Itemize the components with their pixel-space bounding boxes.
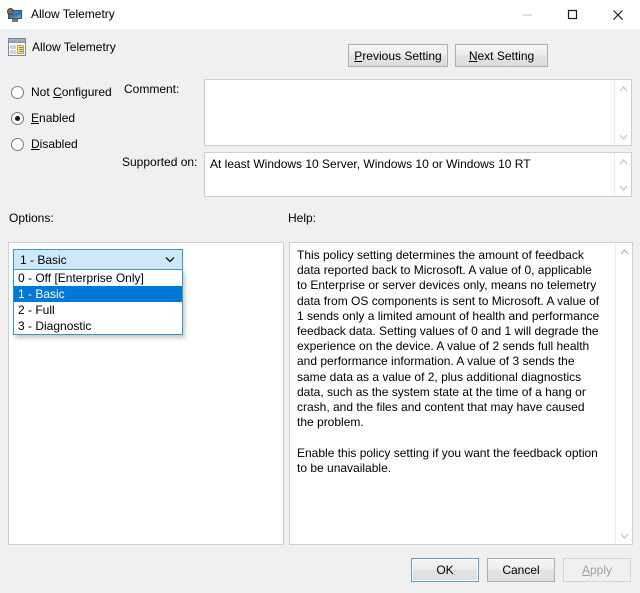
telemetry-level-dropdown-list[interactable]: 0 - Off [Enterprise Only] 1 - Basic 2 - …: [13, 269, 183, 335]
scroll-up-icon[interactable]: [615, 153, 632, 170]
apply-button[interactable]: Apply: [563, 558, 631, 582]
minimize-button[interactable]: [505, 0, 550, 29]
radio-label-disabled: Disabled: [31, 137, 78, 151]
setting-title: Allow Telemetry: [32, 40, 116, 54]
radio-label-not-configured: Not Configured: [31, 85, 112, 99]
next-setting-accel: N: [468, 48, 478, 63]
telemetry-level-combobox[interactable]: 1 - Basic: [13, 249, 183, 270]
options-label: Options:: [9, 211, 54, 225]
window-controls: [505, 0, 640, 29]
dropdown-option-1[interactable]: 1 - Basic: [14, 286, 182, 302]
group-policy-setting-icon: [8, 38, 26, 56]
title-bar[interactable]: Allow Telemetry: [0, 0, 640, 29]
next-setting-button[interactable]: Next Setting: [455, 44, 548, 67]
supported-on-textarea[interactable]: At least Windows 10 Server, Windows 10 o…: [204, 152, 632, 197]
previous-setting-label: revious Setting: [362, 48, 442, 63]
radio-not-configured[interactable]: Not Configured: [11, 84, 112, 100]
close-button[interactable]: [595, 0, 640, 29]
scroll-up-icon[interactable]: [616, 243, 633, 260]
dropdown-option-2[interactable]: 2 - Full: [14, 302, 182, 318]
dropdown-option-3[interactable]: 3 - Diagnostic: [14, 318, 182, 334]
next-setting-label: ext Setting: [477, 48, 535, 63]
telemetry-level-value: 1 - Basic: [20, 252, 67, 267]
scroll-down-icon[interactable]: [616, 527, 633, 544]
scroll-up-icon[interactable]: [615, 80, 632, 97]
apply-accel: A: [581, 563, 590, 577]
scroll-down-icon[interactable]: [615, 179, 632, 196]
cancel-button[interactable]: Cancel: [487, 558, 555, 582]
maximize-button[interactable]: [550, 0, 595, 29]
scroll-down-icon[interactable]: [615, 128, 632, 145]
supported-on-value: At least Windows 10 Server, Windows 10 o…: [210, 157, 531, 171]
previous-setting-button[interactable]: Previous Setting: [348, 44, 448, 67]
dropdown-option-0[interactable]: 0 - Off [Enterprise Only]: [14, 270, 182, 286]
supported-on-label: Supported on:: [122, 155, 198, 169]
radio-disabled[interactable]: Disabled: [11, 136, 78, 152]
window-title: Allow Telemetry: [31, 7, 115, 21]
radio-label-enabled: Enabled: [31, 111, 76, 125]
radio-indicator-disabled: [11, 137, 24, 151]
supported-on-scrollbar[interactable]: [614, 153, 631, 196]
radio-indicator-enabled: [11, 111, 24, 125]
radio-enabled[interactable]: Enabled: [11, 110, 75, 126]
chevron-down-icon[interactable]: [161, 256, 178, 263]
help-text: This policy setting determines the amoun…: [297, 248, 600, 475]
comment-scrollbar[interactable]: [614, 80, 631, 145]
window-icon: [7, 7, 23, 23]
comment-label: Comment:: [124, 82, 180, 96]
apply-label: pply: [590, 563, 613, 577]
previous-setting-accel: P: [354, 48, 363, 63]
help-panel: This policy setting determines the amoun…: [289, 242, 633, 545]
help-scrollbar[interactable]: [615, 243, 632, 544]
comment-textarea[interactable]: [204, 79, 632, 146]
radio-indicator-not-configured: [11, 85, 24, 99]
ok-button[interactable]: OK: [411, 558, 479, 582]
help-label: Help:: [288, 211, 317, 225]
